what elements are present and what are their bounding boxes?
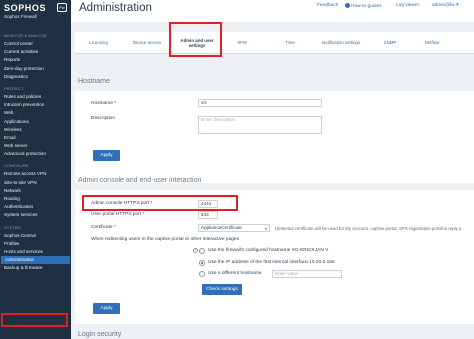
sidebar-item-applications[interactable]: Applications — [0, 118, 71, 126]
administration-highlight-box — [1, 313, 68, 327]
user-name: admin@fw — [432, 3, 455, 8]
user-portal-port-label: User portal HTTPS port * — [91, 212, 145, 217]
user-portal-port-input[interactable]: 443 — [198, 211, 218, 219]
redirect-label: When redirecting users to the captive po… — [91, 237, 239, 242]
chevron-down-icon: ▾ — [456, 3, 459, 8]
header: Administration Feedback How-to guides Lo… — [71, 0, 474, 22]
log-viewer-link[interactable]: Log viewer — [396, 3, 419, 8]
check-settings-button[interactable]: Check settings — [202, 284, 242, 295]
sidebar-item-sophos-central[interactable]: Sophos Central — [0, 232, 71, 240]
option-use-ip: Use the IP address of the first internal… — [208, 260, 335, 265]
howto-label: How-to guides — [351, 3, 382, 9]
sidebar-section-system: SYSTEM — [4, 225, 21, 230]
sidebar-item-routing[interactable]: Routing — [0, 195, 71, 203]
certificate-value: ApplianceCertificate — [201, 225, 242, 230]
feedback-link[interactable]: Feedback — [317, 3, 338, 8]
chevron-down-icon: ▾ — [264, 226, 267, 231]
sidebar-item-profiles[interactable]: Profiles — [0, 240, 71, 248]
certificate-select[interactable]: ApplianceCertificate ▾ — [198, 224, 270, 232]
tab-netflow[interactable]: Netflow — [417, 32, 447, 54]
hostname-panel: Hostname * xG Description Enter descript… — [75, 91, 474, 183]
sidebar-section-protect: PROTECT — [4, 86, 24, 91]
sidebar-section-monitor: MONITOR & ANALYZE — [4, 34, 47, 38]
info-icon: i — [193, 248, 198, 253]
help-icon — [345, 3, 350, 8]
hostname-label: Hostname * — [91, 101, 117, 106]
login-security-section-title: Login security — [78, 331, 122, 338]
certificate-note: (Selected certificate will be used for M… — [275, 226, 462, 231]
https-port-highlight-box — [82, 195, 238, 211]
sidebar-item-wireless[interactable]: Wireless — [0, 126, 71, 134]
description-label: Description — [91, 116, 115, 121]
sidebar-item-control-center[interactable]: Control center — [0, 40, 71, 48]
radio-use-ip[interactable] — [199, 260, 205, 266]
howto-link[interactable]: How-to guides — [345, 3, 382, 9]
sidebar-item-administration[interactable]: Administration — [1, 256, 70, 265]
sidebar-item-authentication[interactable]: Authentication — [0, 203, 71, 211]
tab-notification-settings[interactable]: Notification settings — [311, 32, 371, 54]
sidebar-item-hosts-and-services[interactable]: Hosts and services — [0, 248, 71, 256]
tab-snmp[interactable]: SNMP — [375, 32, 405, 54]
admin-apply-button[interactable]: Apply — [93, 303, 120, 314]
hostname-apply-button[interactable]: Apply — [93, 150, 120, 161]
radio-different-hostname[interactable] — [199, 271, 205, 277]
logo: SOPHOS Sophos Firewall Fw — [0, 0, 71, 22]
tab-bar: Licensing Device access Admin and user s… — [75, 32, 474, 54]
user-menu[interactable]: admin@fw ▾ — [432, 3, 459, 8]
sidebar-item-diagnostics[interactable]: Diagnostics — [0, 73, 71, 81]
main-content: Licensing Device access Admin and user s… — [71, 22, 474, 339]
sidebar-item-reports[interactable]: Reports — [0, 56, 71, 64]
alt-hostname-input[interactable]: Enter value — [272, 270, 342, 278]
certificate-label: Certificate * — [91, 225, 116, 230]
sidebar-item-network[interactable]: Network — [0, 187, 71, 195]
sidebar: SOPHOS Sophos Firewall Fw MONITOR & ANAL… — [0, 0, 71, 339]
hostname-input[interactable]: xG — [198, 99, 322, 107]
sidebar-item-email[interactable]: Email — [0, 134, 71, 142]
admin-console-section-title: Admin console and end-user interaction — [78, 177, 202, 184]
sidebar-item-current-activities[interactable]: Current activities — [0, 48, 71, 56]
firewall-badge-icon: Fw — [57, 3, 67, 12]
sidebar-item-remote-access-vpn[interactable]: Remote access VPN — [0, 170, 71, 178]
sidebar-item-rules-and-policies[interactable]: Rules and policies — [0, 93, 71, 101]
hostname-section-title: Hostname — [78, 78, 110, 85]
sidebar-item-zero-day-protection[interactable]: Zero-day protection — [0, 65, 71, 73]
tab-device-access[interactable]: Device access — [125, 32, 169, 54]
sidebar-item-web-server[interactable]: Web server — [0, 142, 71, 150]
description-field[interactable]: Enter description — [198, 116, 322, 134]
sidebar-section-configure: CONFIGURE — [4, 164, 29, 169]
sidebar-item-advanced-protection[interactable]: Advanced protection — [0, 150, 71, 158]
tab-highlight-box — [169, 22, 222, 57]
tab-time[interactable]: Time — [275, 32, 305, 54]
product-name: Sophos Firewall — [4, 14, 37, 19]
option-different-hostname: Use a different hostname — [208, 271, 262, 276]
tab-sfm[interactable]: SFM — [227, 32, 257, 54]
radio-use-hostname[interactable] — [199, 248, 205, 254]
sidebar-item-web[interactable]: Web — [0, 109, 71, 117]
option-use-hostname: Use the firewall's configured hostname X… — [208, 248, 329, 253]
sidebar-item-intrusion-prevention[interactable]: Intrusion prevention — [0, 101, 71, 109]
tab-licensing[interactable]: Licensing — [75, 32, 122, 54]
sidebar-item-site-to-site-vpn[interactable]: Site-to-site VPN — [0, 179, 71, 187]
sidebar-item-backup-firmware[interactable]: Backup & firmware — [0, 264, 71, 272]
sidebar-item-system-services[interactable]: System services — [0, 211, 71, 219]
page-title: Administration — [79, 2, 152, 14]
